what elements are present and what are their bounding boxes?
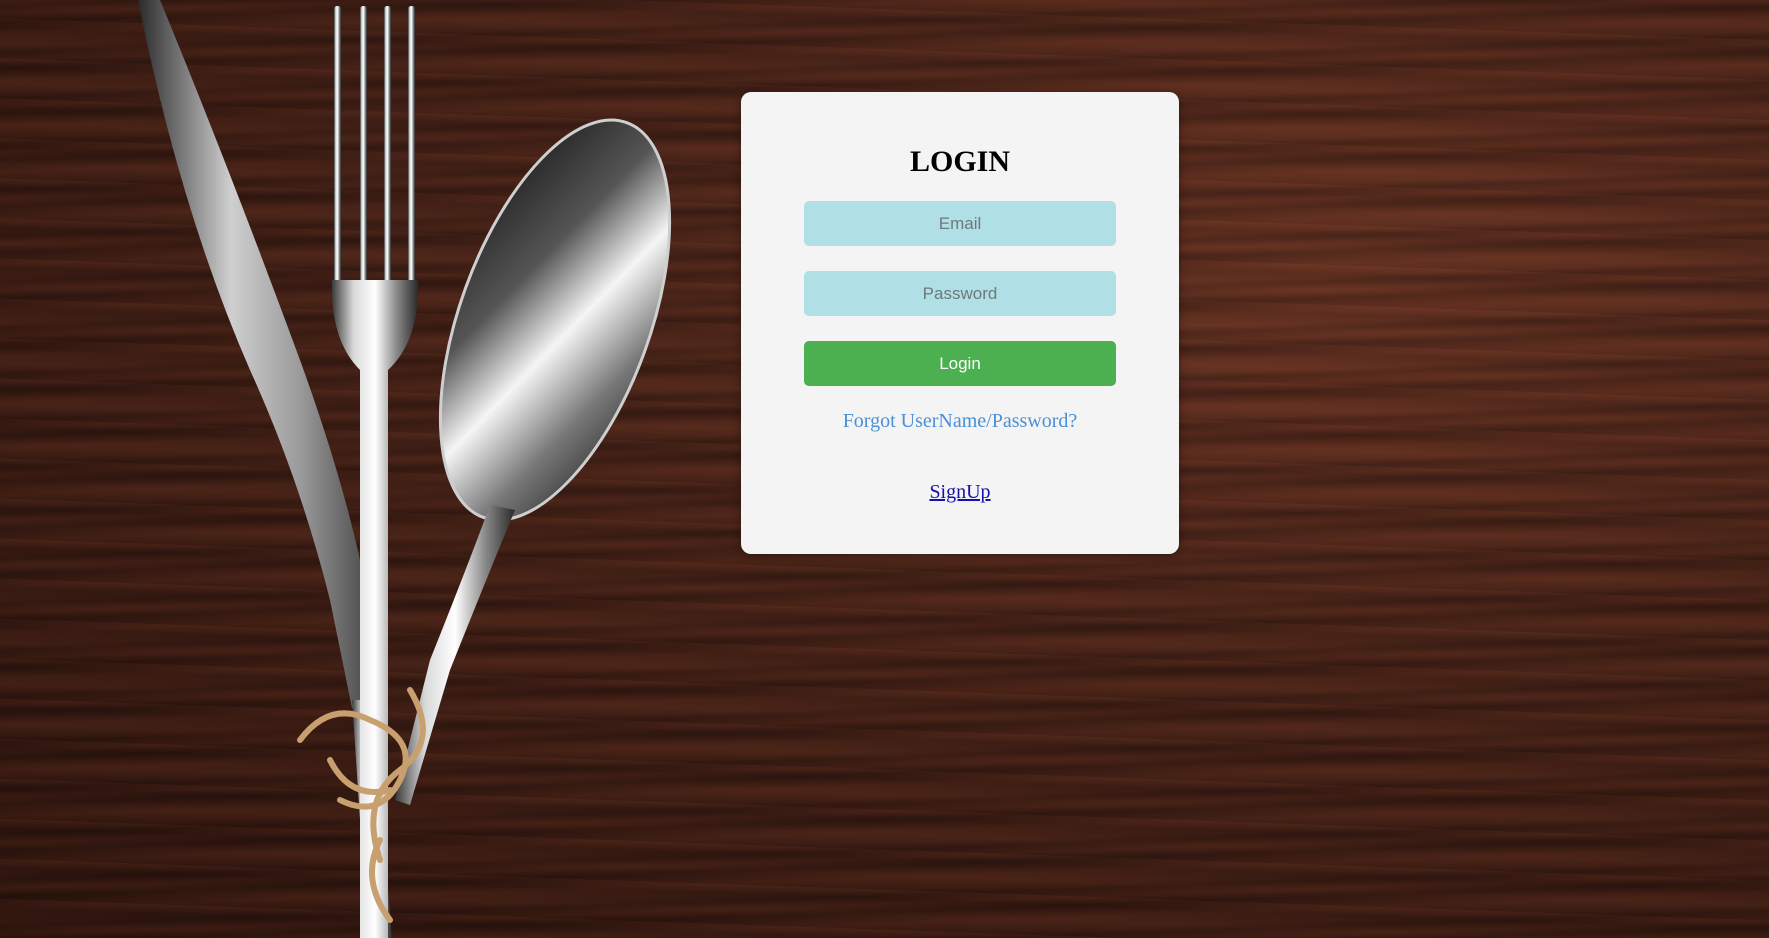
login-button[interactable]: Login [804, 341, 1116, 386]
forgot-credentials-link[interactable]: Forgot UserName/Password? [741, 410, 1179, 433]
password-input[interactable] [804, 271, 1116, 316]
signup-container: SignUp [741, 481, 1179, 504]
signup-link[interactable]: SignUp [929, 481, 990, 503]
spoon-icon [395, 118, 672, 805]
email-input[interactable] [804, 201, 1116, 246]
knife-icon [138, 0, 392, 938]
login-title: LOGIN [909, 145, 1011, 178]
login-card: LOGIN Login Forgot UserName/Password? Si… [741, 92, 1179, 554]
cutlery-image [138, 0, 672, 938]
